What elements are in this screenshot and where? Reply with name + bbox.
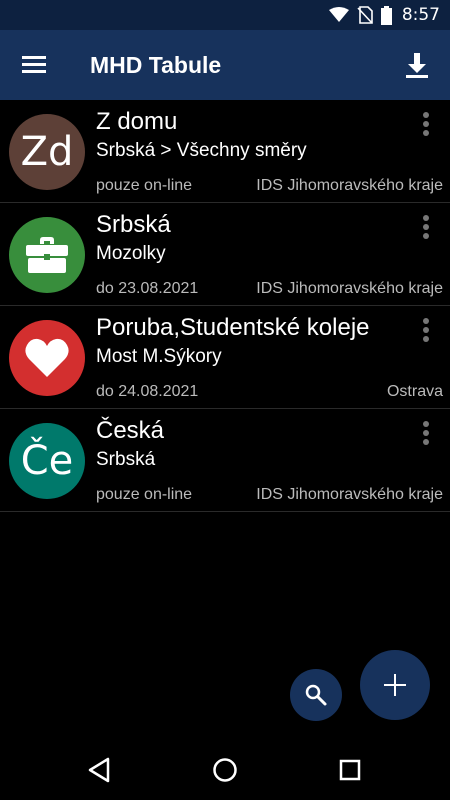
list-item[interactable]: Srbská Mozolky do 23.08.2021 IDS Jihomor… bbox=[0, 203, 450, 306]
item-region: Ostrava bbox=[386, 383, 443, 400]
avatar: Zd bbox=[9, 114, 85, 190]
item-validity: do 23.08.2021 bbox=[96, 280, 199, 297]
avatar: Če bbox=[9, 423, 85, 499]
item-subtitle: Srbská bbox=[96, 449, 156, 470]
home-icon[interactable] bbox=[211, 756, 239, 784]
heart-icon bbox=[25, 338, 69, 377]
back-icon[interactable] bbox=[86, 756, 114, 784]
no-sim-icon bbox=[357, 6, 373, 24]
search-icon bbox=[305, 684, 327, 706]
item-validity: pouze on-line bbox=[96, 486, 193, 503]
item-title: Česká bbox=[96, 417, 165, 444]
avatar bbox=[9, 217, 85, 293]
more-options-icon[interactable] bbox=[414, 419, 438, 447]
item-subtitle: Mozolky bbox=[96, 243, 166, 264]
item-validity: pouze on-line bbox=[96, 177, 193, 194]
app-bar: MHD Tabule bbox=[0, 30, 450, 100]
download-icon[interactable] bbox=[402, 50, 432, 80]
list-item[interactable]: Če Česká Srbská pouze on-line IDS Jihomo… bbox=[0, 409, 450, 512]
item-subtitle: Srbská > Všechny směry bbox=[96, 140, 307, 161]
item-title: Z domu bbox=[96, 108, 178, 135]
departure-board-list: Zd Z domu Srbská > Všechny směry pouze o… bbox=[0, 100, 450, 512]
battery-icon bbox=[380, 5, 392, 25]
avatar bbox=[9, 320, 85, 396]
avatar-initials: Če bbox=[20, 438, 74, 484]
item-region: IDS Jihomoravského kraje bbox=[256, 486, 443, 503]
status-bar: 8:57 bbox=[0, 0, 450, 30]
plus-icon bbox=[384, 674, 406, 696]
add-board-button[interactable] bbox=[360, 650, 430, 720]
item-subtitle: Most M.Sýkory bbox=[96, 346, 222, 367]
search-button[interactable] bbox=[290, 669, 342, 721]
list-item[interactable]: Poruba,Studentské koleje Most M.Sýkory d… bbox=[0, 306, 450, 409]
system-nav-bar bbox=[0, 740, 450, 800]
hamburger-menu-icon[interactable] bbox=[22, 54, 48, 76]
more-options-icon[interactable] bbox=[414, 213, 438, 241]
item-region: IDS Jihomoravského kraje bbox=[256, 280, 443, 297]
item-title: Srbská bbox=[96, 211, 171, 238]
status-time: 8:57 bbox=[401, 5, 440, 25]
item-title: Poruba,Studentské koleje bbox=[96, 314, 370, 341]
app-title: MHD Tabule bbox=[90, 52, 222, 78]
item-region: IDS Jihomoravského kraje bbox=[256, 177, 443, 194]
list-item[interactable]: Zd Z domu Srbská > Všechny směry pouze o… bbox=[0, 100, 450, 203]
recents-icon[interactable] bbox=[336, 756, 364, 784]
briefcase-icon bbox=[26, 237, 68, 273]
item-validity: do 24.08.2021 bbox=[96, 383, 199, 400]
avatar-initials: Zd bbox=[20, 129, 74, 175]
wifi-icon bbox=[328, 7, 349, 22]
more-options-icon[interactable] bbox=[414, 110, 438, 138]
more-options-icon[interactable] bbox=[414, 316, 438, 344]
